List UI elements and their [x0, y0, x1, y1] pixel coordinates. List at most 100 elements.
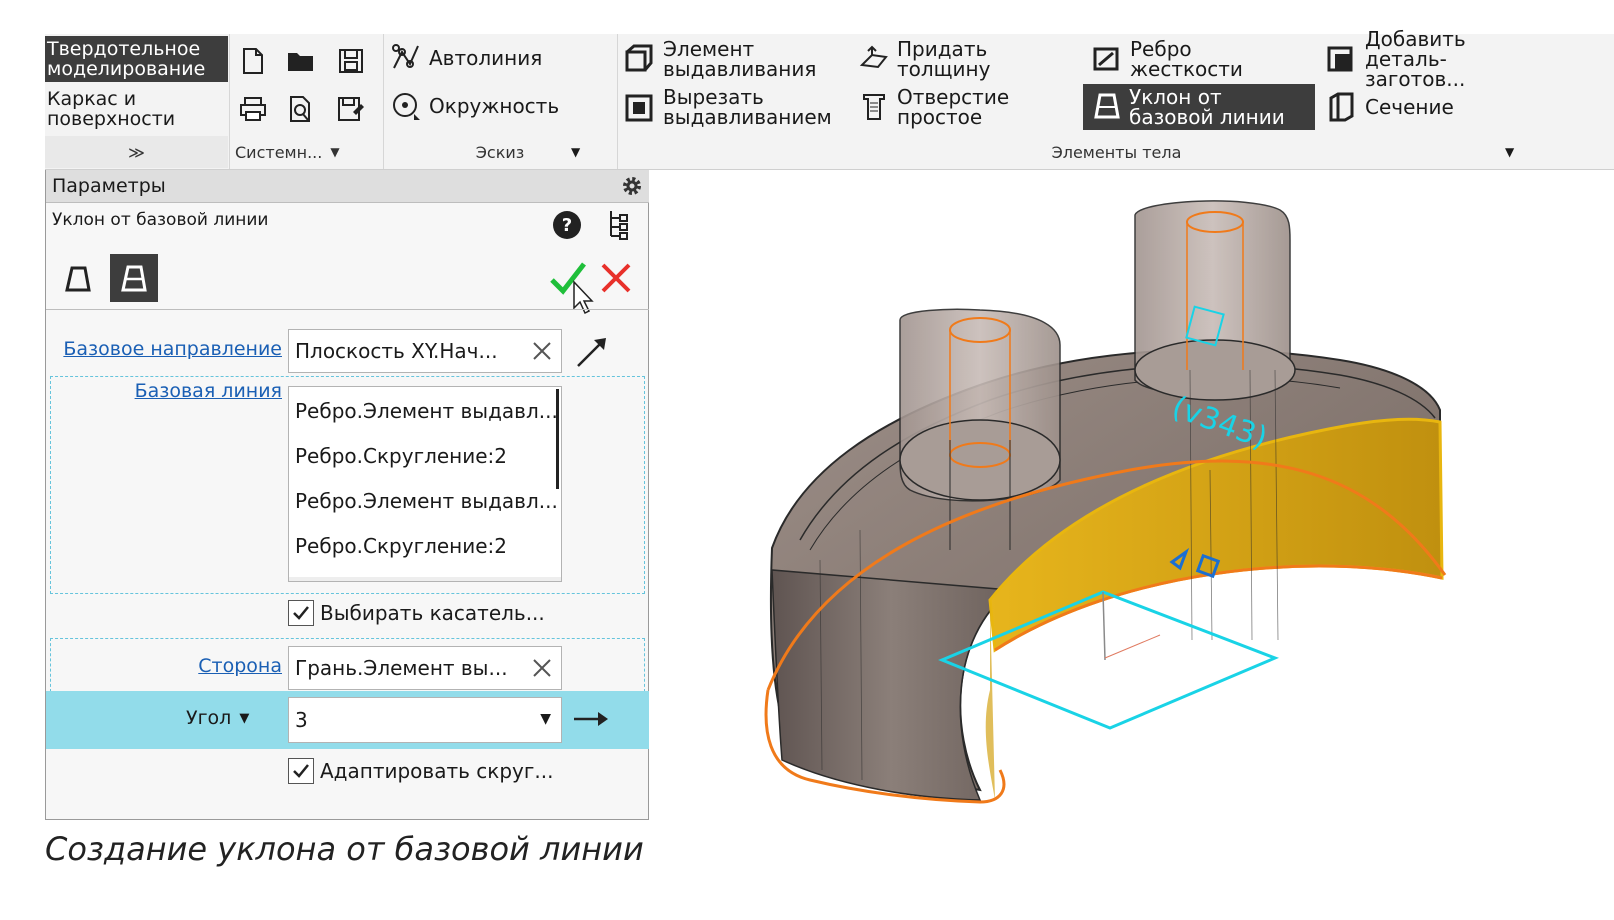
gear-icon[interactable] — [620, 174, 644, 202]
autoline-button[interactable]: Автолиния — [389, 40, 542, 76]
circle-label: Окружность — [429, 94, 560, 118]
diagonal-arrow-icon — [577, 338, 606, 367]
adapt-fillets-label: Адаптировать скруг... — [320, 759, 554, 783]
help-icon[interactable]: ? — [552, 210, 582, 244]
save-as-icon[interactable] — [335, 92, 367, 126]
circle-icon — [389, 89, 423, 123]
direction-arrow-button[interactable] — [572, 332, 612, 374]
mode-wireframe-label: Каркас и поверхности — [47, 88, 176, 130]
autoline-label: Автолиния — [429, 46, 543, 70]
print-icon[interactable] — [237, 92, 269, 126]
sketch-group-footer[interactable]: Эскиз — [385, 136, 615, 168]
select-tangent-checkbox[interactable]: Выбирать касатель... — [288, 600, 545, 626]
chevron-down-icon[interactable]: ▼ — [571, 145, 580, 159]
rib-label: Ребро жесткости — [1130, 37, 1243, 81]
section-button[interactable]: Сечение — [1325, 88, 1454, 126]
mode-solid-label: Твердотельное моделирование — [47, 38, 206, 80]
draft-base-line-icon — [121, 265, 147, 292]
mouse-cursor-icon — [572, 280, 596, 320]
parameters-panel: Параметры Уклон от базовой линии ? Базов… — [45, 170, 649, 820]
section-label: Сечение — [1365, 95, 1454, 119]
hole-button[interactable]: Отверстие простое — [857, 86, 1057, 128]
body-group-footer[interactable]: Элементы тела — [619, 136, 1614, 168]
circle-button[interactable]: Окружность — [389, 88, 559, 124]
mode-solid-modeling[interactable]: Твердотельное моделирование — [45, 36, 228, 82]
base-line-link[interactable]: Базовая линия — [52, 380, 282, 402]
add-blank-button[interactable]: Добавить деталь-заготов... — [1325, 29, 1555, 89]
figure-caption: Создание уклона от базовой линии — [45, 830, 644, 868]
panel-header: Параметры — [46, 170, 649, 203]
angle-label-dropdown[interactable]: Угол ▼ — [186, 707, 249, 729]
part-model-image: (v343) — [764, 200, 1447, 804]
extrude-icon — [623, 42, 657, 76]
checkbox-checked-icon — [288, 600, 314, 626]
list-item[interactable]: Ребро.Скругление:2 — [295, 534, 507, 558]
draft-face-mode-button[interactable] — [56, 256, 100, 300]
extrude-label: Элемент выдавливания — [663, 37, 817, 81]
side-link[interactable]: Сторона — [52, 655, 282, 677]
model-viewport[interactable]: (v343) — [650, 170, 1614, 820]
hole-label: Отверстие простое — [897, 85, 1010, 129]
angle-row: Угол ▼ 3 ▼ — [46, 691, 649, 749]
list-item[interactable]: Ребро.Элемент выдавл... — [295, 489, 558, 513]
save-icon[interactable] — [335, 44, 367, 78]
add-blank-icon — [1325, 42, 1359, 76]
angle-label: Угол — [186, 707, 232, 729]
ribbon-toolbar: Твердотельное моделирование Каркас и пов… — [45, 29, 1614, 170]
tree-icon[interactable] — [606, 208, 630, 244]
chevron-down-icon[interactable]: ▼ — [540, 711, 551, 727]
body-group-label: Элементы тела — [1051, 142, 1182, 162]
list-item[interactable]: Ребро.Элемент выдавл... — [295, 399, 558, 423]
rib-icon — [1090, 42, 1124, 76]
extrude-button[interactable]: Элемент выдавливания — [623, 38, 843, 80]
cancel-button[interactable] — [598, 260, 634, 296]
operation-name: Уклон от базовой линии — [52, 210, 269, 230]
thicken-icon — [857, 42, 891, 76]
cut-extrude-label: Вырезать выдавливанием — [663, 85, 832, 129]
select-tangent-label: Выбирать касатель... — [320, 601, 545, 625]
base-direction-field[interactable]: Плоскость XY.Нач... — [288, 329, 562, 373]
open-folder-icon[interactable] — [285, 44, 317, 78]
side-field[interactable]: Грань.Элемент вы... — [288, 646, 562, 690]
close-icon — [601, 263, 631, 293]
new-file-icon[interactable] — [237, 44, 269, 78]
base-line-list[interactable]: Ребро.Элемент выдавл... Ребро.Скругление… — [288, 386, 562, 582]
chevron-down-icon[interactable]: ▼ — [1505, 145, 1514, 159]
svg-text:?: ? — [562, 215, 572, 236]
preview-icon[interactable] — [285, 92, 317, 126]
thicken-label: Придать толщину — [897, 37, 991, 81]
angle-value: 3 — [295, 708, 308, 732]
clear-icon[interactable] — [531, 657, 553, 684]
side-value: Грань.Элемент вы... — [295, 656, 508, 680]
draft-face-icon — [65, 266, 91, 292]
add-blank-label: Добавить деталь-заготов... — [1365, 27, 1466, 91]
system-group-footer[interactable]: Системн... ▼ — [231, 136, 385, 168]
base-direction-value: Плоскость XY.Нач... — [295, 339, 498, 363]
sketch-group-label: Эскиз — [475, 142, 525, 162]
chevron-down-icon: ▼ — [239, 710, 250, 726]
right-arrow-icon — [574, 712, 608, 726]
adapt-fillets-checkbox[interactable]: Адаптировать скруг... — [288, 758, 553, 784]
panel-title: Параметры — [52, 175, 166, 197]
expand-icon: ≫ — [128, 142, 145, 162]
scrollbar[interactable] — [556, 389, 559, 489]
mode-wireframe-surfaces[interactable]: Каркас и поверхности — [45, 86, 228, 132]
draft-base-line-button[interactable]: Уклон от базовой линии — [1083, 84, 1315, 130]
draft-label: Уклон от базовой линии — [1129, 85, 1285, 129]
section-icon — [1325, 90, 1359, 124]
hole-icon — [857, 90, 891, 124]
base-direction-link[interactable]: Базовое направление — [52, 338, 282, 360]
draft-base-line-mode-button[interactable] — [110, 254, 158, 302]
system-group-label: Системн... — [235, 142, 323, 162]
rib-button[interactable]: Ребро жесткости — [1090, 38, 1300, 80]
chevron-down-icon: ▼ — [330, 145, 340, 159]
cut-extrude-icon — [623, 90, 657, 124]
clear-icon[interactable] — [531, 340, 553, 367]
thicken-button[interactable]: Придать толщину — [857, 38, 1057, 80]
cut-extrude-button[interactable]: Вырезать выдавливанием — [623, 86, 853, 128]
checkbox-checked-icon — [288, 758, 314, 784]
modes-expand-button[interactable]: ≫ — [45, 136, 228, 168]
angle-input[interactable]: 3 ▼ — [288, 697, 562, 743]
list-item[interactable]: Ребро.Скругление:2 — [295, 444, 507, 468]
angle-direction-button[interactable] — [572, 707, 610, 735]
